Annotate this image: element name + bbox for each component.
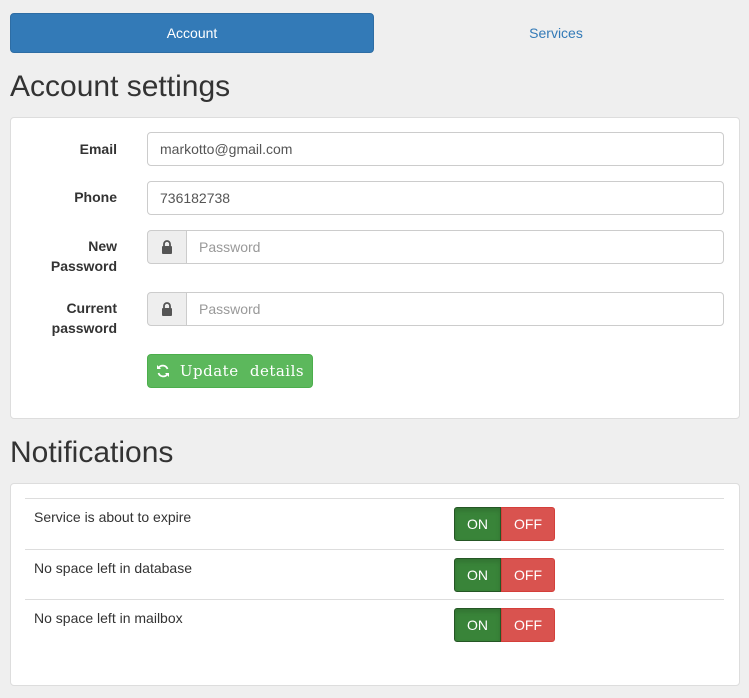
toggle-off-button[interactable]: OFF (501, 557, 555, 592)
account-settings-panel: Email markotto@gmail.com Phone 736182738… (10, 117, 740, 419)
new-password-group: Password (147, 230, 724, 264)
new-password-row: New Password Password (11, 230, 739, 274)
tab-bar: Account Services (10, 13, 739, 53)
notification-label: No space left in database (34, 559, 192, 576)
current-password-label-line1: Current (66, 300, 117, 316)
update-details-label: Update details (179, 362, 305, 380)
table-row: Service is about to expire ON OFF (25, 498, 724, 549)
email-field[interactable]: markotto@gmail.com (147, 132, 724, 166)
lock-icon (147, 230, 187, 264)
current-password-group: Password (147, 292, 724, 326)
toggle-on-button[interactable]: ON (454, 608, 501, 642)
notifications-panel: Service is about to expire ON OFF No spa… (10, 483, 740, 686)
toggle-off-button[interactable]: OFF (501, 507, 555, 541)
current-password-row: Current password Password (11, 292, 739, 336)
new-password-input[interactable]: Password (186, 230, 724, 264)
notifications-title: Notifications (10, 436, 174, 469)
toggle-on-button[interactable]: ON (454, 507, 501, 541)
current-password-input[interactable]: Password (186, 292, 724, 326)
current-password-label: Current password (52, 298, 117, 338)
tab-services[interactable]: Services (374, 13, 738, 53)
refresh-icon (156, 364, 170, 378)
new-password-label-line1: New (88, 238, 117, 254)
phone-row: Phone 736182738 (11, 181, 739, 215)
table-row: No space left in database ON OFF (25, 548, 724, 600)
account-settings-title: Account settings (10, 70, 231, 103)
current-password-label-line2: password (51, 320, 117, 336)
notification-label: Service is about to expire (34, 509, 192, 525)
toggle-off-button[interactable]: OFF (501, 608, 555, 642)
notifications-table: Service is about to expire ON OFF No spa… (25, 498, 724, 650)
lock-icon (147, 292, 187, 326)
new-password-label: New Password (51, 236, 117, 276)
update-details-button[interactable]: Update details (147, 354, 313, 388)
toggle-on-button[interactable]: ON (454, 557, 501, 592)
notification-toggle: ON OFF (454, 507, 555, 541)
new-password-label-line2: Password (50, 258, 117, 274)
phone-field[interactable]: 736182738 (147, 181, 724, 215)
phone-label: Phone (74, 189, 117, 205)
email-label: Email (79, 141, 117, 157)
notification-label: No space left in mailbox (34, 610, 183, 626)
tab-account[interactable]: Account (10, 13, 374, 53)
email-row: Email markotto@gmail.com (11, 132, 739, 166)
notification-toggle: ON OFF (454, 608, 555, 642)
notification-toggle: ON OFF (454, 557, 555, 592)
table-row: No space left in mailbox ON OFF (25, 599, 724, 650)
